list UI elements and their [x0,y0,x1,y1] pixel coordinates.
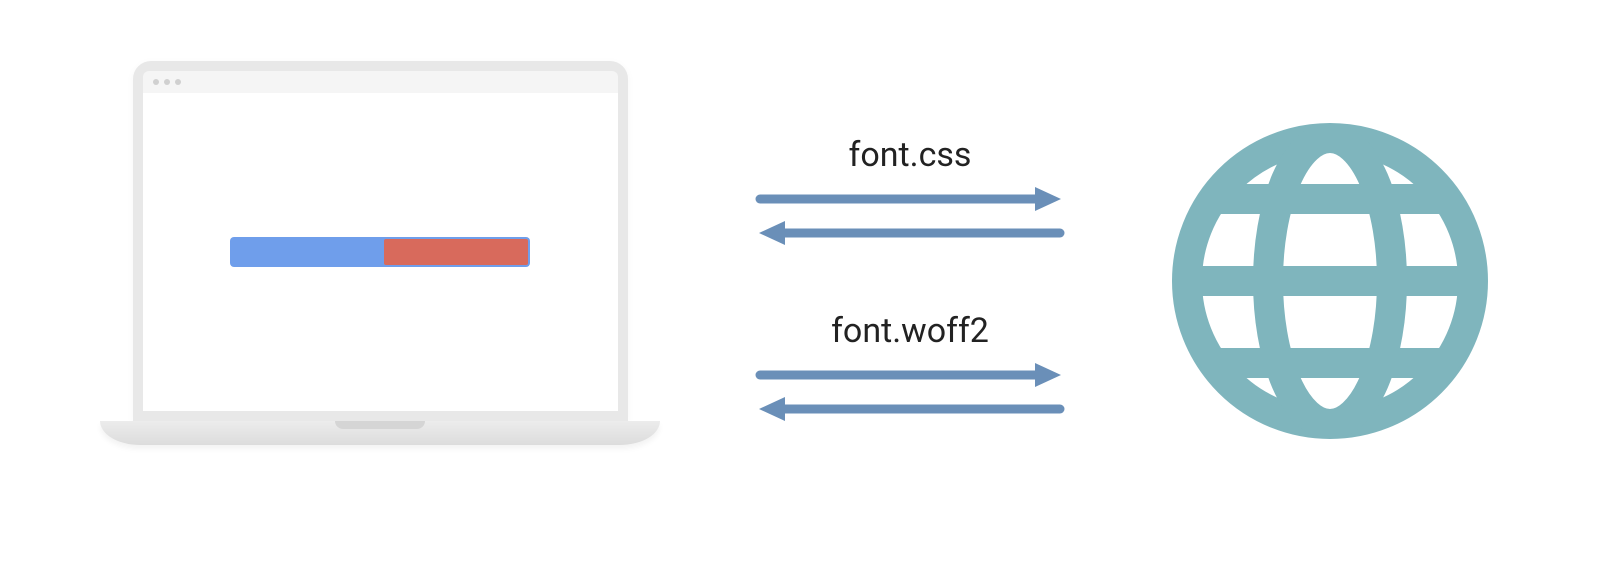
laptop-base [100,421,660,445]
diagram-container: font.css font.woff2 [0,0,1600,562]
laptop-icon [100,61,660,501]
arrow-right-icon [755,357,1065,427]
window-dot-icon [175,79,181,85]
progress-bar [230,237,530,267]
request-label: font.css [849,135,972,175]
laptop-screen [133,61,628,421]
browser-chrome [143,71,618,93]
request-arrows: font.css font.woff2 [755,135,1065,427]
progress-bar-fill [384,239,528,265]
globe-icon [1160,111,1500,451]
request-group-css: font.css [755,135,1065,251]
arrow-right-icon [755,181,1065,251]
request-label: font.woff2 [831,311,989,351]
request-group-woff2: font.woff2 [755,311,1065,427]
window-dot-icon [164,79,170,85]
browser-viewport [143,93,618,411]
window-dot-icon [153,79,159,85]
